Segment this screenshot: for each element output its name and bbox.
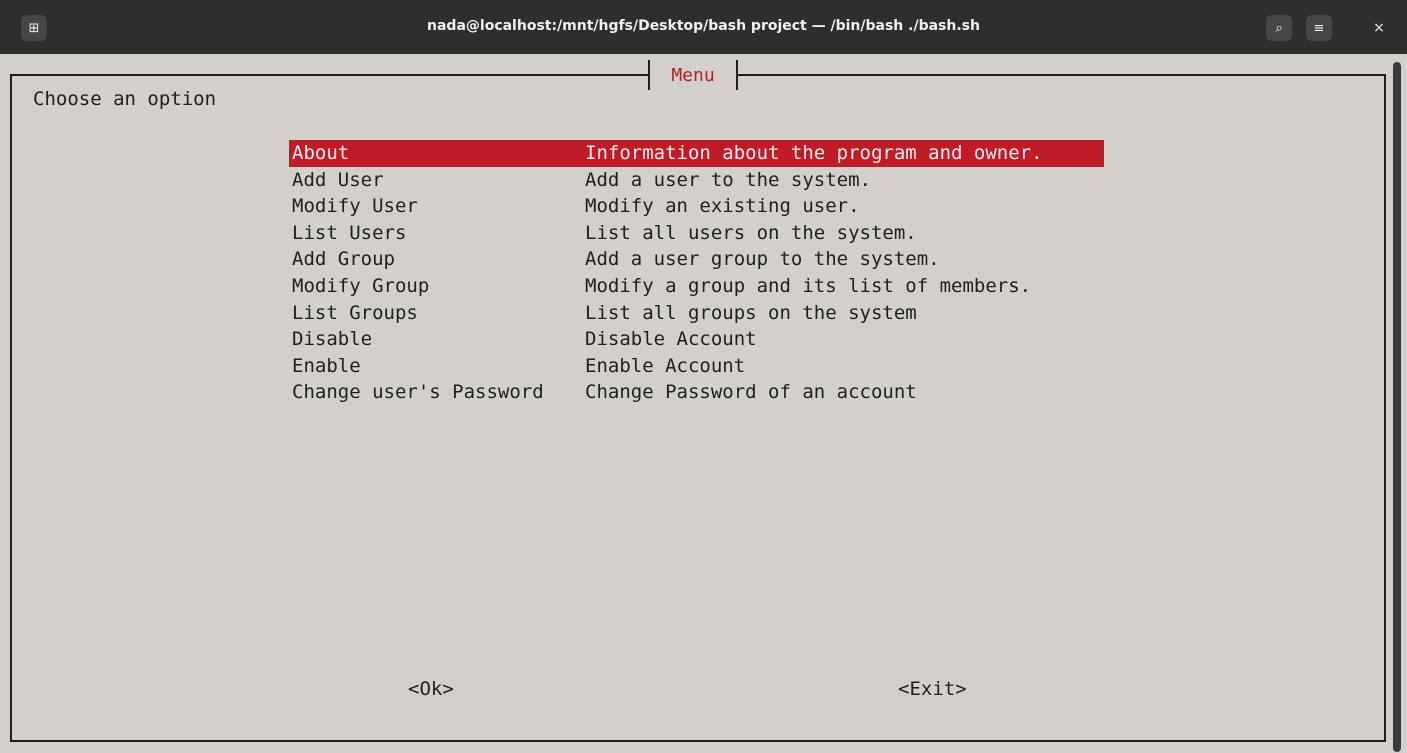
menu-item-description: List all groups on the system	[585, 301, 917, 324]
dialog-title: Menu	[648, 60, 738, 90]
scrollbar[interactable]	[1393, 62, 1401, 752]
menu-item[interactable]: List Users List all users on the system.	[289, 220, 1104, 247]
menu-item[interactable]: Disable Disable Account	[289, 326, 1104, 353]
menu-item-description: Disable Account	[585, 328, 757, 351]
menu-item-description: Add a user group to the system.	[585, 248, 940, 271]
menu-item-tag: Add User	[292, 168, 384, 191]
ok-button[interactable]: <Ok>	[408, 678, 454, 700]
menu-item[interactable]: List Groups List all groups on the syste…	[289, 300, 1104, 327]
dialog-prompt: Choose an option	[33, 88, 217, 110]
menu-list: About Information about the program and …	[289, 140, 1104, 406]
exit-button[interactable]: <Exit>	[898, 678, 967, 700]
menu-item[interactable]: Change user's Password Change Password o…	[289, 379, 1104, 406]
menu-item[interactable]: About Information about the program and …	[289, 140, 1104, 167]
menu-item-tag: List Groups	[292, 301, 418, 324]
menu-item-tag: Disable	[292, 328, 373, 351]
menu-item-tag: About	[292, 142, 350, 164]
menu-item-tag: Modify User	[292, 195, 418, 218]
menu-item[interactable]: Modify User Modify an existing user.	[289, 193, 1104, 220]
menu-item[interactable]: Add User Add a user to the system.	[289, 167, 1104, 194]
window-titlebar: ⊞ nada@localhost:/mnt/hgfs/Desktop/bash …	[0, 0, 1407, 54]
menu-item-description: Add a user to the system.	[585, 168, 871, 191]
hamburger-menu-icon[interactable]: ≡	[1306, 15, 1332, 41]
menu-item-description: Information about the program and owner.	[585, 142, 1043, 164]
menu-item-description: Modify an existing user.	[585, 195, 860, 218]
terminal-area[interactable]: Menu Choose an option About Information …	[0, 54, 1407, 753]
menu-item-tag: Modify Group	[292, 274, 430, 297]
menu-item-description: List all users on the system.	[585, 221, 917, 244]
menu-item-tag: Add Group	[292, 248, 395, 271]
menu-item[interactable]: Modify Group Modify a group and its list…	[289, 273, 1104, 300]
close-icon[interactable]: ×	[1366, 15, 1392, 41]
menu-item-tag: Change user's Password	[292, 381, 544, 404]
menu-item-description: Enable Account	[585, 354, 746, 377]
menu-item-tag: Enable	[292, 354, 361, 377]
menu-item[interactable]: Add Group Add a user group to the system…	[289, 246, 1104, 273]
menu-item-description: Change Password of an account	[585, 381, 917, 404]
search-icon[interactable]: ⌕	[1266, 15, 1292, 41]
menu-item[interactable]: Enable Enable Account	[289, 353, 1104, 380]
menu-item-tag: List Users	[292, 221, 407, 244]
menu-item-description: Modify a group and its list of members.	[585, 274, 1032, 297]
window-title: nada@localhost:/mnt/hgfs/Desktop/bash pr…	[427, 18, 980, 34]
